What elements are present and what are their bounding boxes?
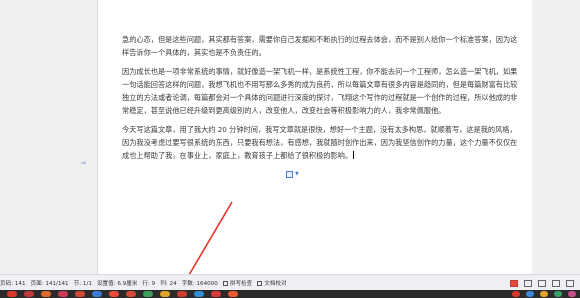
status-pages[interactable]: 页面: 141/141 [31, 279, 69, 287]
app-icon-16[interactable] [526, 291, 534, 297]
status-spellcheck[interactable]: 拼写检查 [222, 279, 253, 287]
app-icon-14[interactable] [228, 291, 238, 297]
status-setting[interactable]: 设置值: 6.9厘米 [97, 279, 138, 287]
app-icon-13[interactable] [211, 291, 221, 297]
spellcheck-label: 拼写检查 [229, 281, 253, 287]
document-canvas[interactable]: 急的心态，但是这些问题，其实都有答案，需要你自己发掘和不断执行的过程去体会，而不… [0, 0, 580, 274]
status-row[interactable]: 行: 9 [142, 279, 155, 287]
app-icon-1[interactable] [7, 291, 17, 297]
read-view-icon[interactable] [538, 279, 546, 287]
paragraph-2[interactable]: 因为成长也是一项非常系统的事情，就好像造一架飞机一样，是系统性工程，你不能去问一… [122, 65, 522, 117]
status-page[interactable]: 页码: 141 [0, 279, 26, 287]
status-proofread[interactable]: 文档校对 [257, 279, 287, 287]
chevron-down-icon: ▼ [295, 170, 299, 177]
app-icon-10[interactable] [160, 291, 170, 297]
paragraph-3[interactable]: 今天写这篇文章，用了我大约 20 分钟时间，我写文章就是很快，想好一个主题，没有… [122, 123, 522, 162]
proofread-label: 文档校对 [264, 281, 287, 287]
app-icon-17[interactable] [540, 291, 548, 297]
app-icon-18[interactable] [554, 291, 562, 297]
app-icon-9[interactable] [143, 291, 153, 297]
page-view-icon[interactable] [524, 279, 532, 287]
view-tools [504, 279, 574, 287]
status-bar: 页码: 141 页面: 141/141 节: 1/1 设置值: 6.9厘米 行:… [0, 274, 580, 291]
app-icon-11[interactable] [177, 291, 187, 297]
paragraph-1[interactable]: 急的心态，但是这些问题，其实都有答案，需要你自己发掘和不断执行的过程去体会，而不… [122, 33, 522, 59]
app-icon-3[interactable] [41, 291, 51, 297]
app-icon-6[interactable] [92, 291, 102, 297]
status-col[interactable]: 列: 24 [160, 279, 176, 287]
document-body[interactable]: 急的心态，但是这些问题，其实都有答案，需要你自己发掘和不断执行的过程去体会，而不… [122, 33, 522, 165]
spellcheck-icon [222, 281, 228, 286]
text-cursor [353, 151, 355, 159]
app-icon-19[interactable] [568, 291, 576, 297]
status-word-count[interactable]: 字数: 164000 [182, 279, 218, 287]
web-view-icon[interactable] [552, 279, 560, 287]
app-icon-2[interactable] [24, 291, 34, 297]
taskbar-tray [506, 291, 576, 297]
outline-view-icon[interactable] [566, 279, 574, 287]
app-icon-15[interactable] [512, 291, 520, 297]
paragraph-marker-icon[interactable]: ⇥ [80, 160, 88, 167]
app-icon-5[interactable] [75, 291, 85, 297]
record-icon[interactable] [510, 279, 518, 287]
status-section[interactable]: 节: 1/1 [74, 279, 92, 287]
paragraph-3-text[interactable]: 今天写这篇文章，用了我大约 20 分钟时间，我写文章就是很快，想好一个主题，没有… [122, 125, 517, 160]
app-icon-12[interactable] [194, 291, 204, 297]
app-icon-7[interactable] [109, 291, 119, 297]
document-page[interactable]: 急的心态，但是这些问题，其实都有答案，需要你自己发掘和不断执行的过程去体会，而不… [98, 0, 532, 274]
taskbar [0, 290, 580, 298]
paste-options-icon[interactable]: ▼ [286, 170, 300, 178]
proofread-icon [257, 281, 263, 286]
app-icon-8[interactable] [126, 291, 136, 297]
app-icon-4[interactable] [58, 291, 68, 297]
clipboard-icon [286, 170, 293, 178]
